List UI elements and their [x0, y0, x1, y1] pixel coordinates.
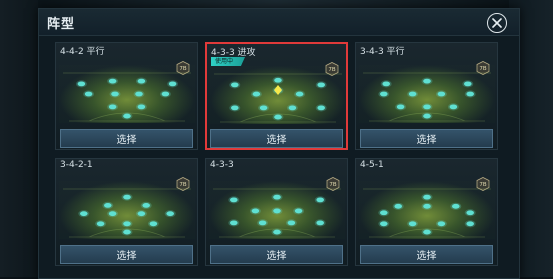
player-dot [408, 221, 417, 227]
player-dot [258, 220, 267, 226]
formation-card[interactable]: 4-3-3 进攻使用中7B选择 [205, 42, 348, 150]
player-dot [464, 81, 472, 87]
player-dot [423, 78, 431, 84]
formation-modal: 阵型 4-4-2 平行7B选择4-3-3 进攻使用中7B选择3-4-3 平行7B… [38, 8, 520, 279]
player-dot [423, 229, 431, 235]
player-dot [108, 78, 117, 84]
player-dot [287, 220, 296, 226]
formation-name: 3-4-2-1 [60, 160, 93, 170]
player-dot [466, 210, 474, 216]
player-dot [452, 203, 460, 209]
player-dot [137, 104, 146, 110]
player-dot [408, 91, 417, 97]
player-dot [437, 91, 446, 97]
player-dot [380, 91, 388, 97]
player-dot [288, 105, 297, 111]
pitch-preview [359, 65, 495, 123]
player-dot [423, 104, 431, 110]
player-dot [394, 203, 402, 209]
player-dot [123, 229, 131, 235]
formation-card[interactable]: 4-3-37B选择 [205, 158, 348, 266]
player-dot [274, 77, 282, 83]
select-button[interactable]: 选择 [360, 245, 493, 264]
player-dot [317, 105, 325, 111]
formation-name: 4-3-3 进攻 [211, 48, 256, 58]
pitch-preview [59, 65, 195, 123]
close-button[interactable] [487, 13, 507, 33]
player-dot [84, 91, 93, 97]
pitch-preview [359, 181, 495, 239]
player-dot [166, 211, 174, 217]
pitch-preview [59, 181, 195, 239]
player-dot [123, 194, 131, 200]
select-button[interactable]: 选择 [60, 245, 193, 264]
player-dot [80, 211, 88, 217]
player-dot [396, 104, 405, 110]
formation-card[interactable]: 3-4-3 平行7B选择 [355, 42, 498, 150]
formation-name: 4-3-3 [210, 160, 234, 170]
player-dot [108, 211, 117, 217]
player-dot [137, 78, 146, 84]
formation-name: 4-5-1 [360, 160, 384, 170]
modal-title: 阵型 [47, 17, 76, 32]
player-dot [466, 91, 474, 97]
formation-card[interactable]: 3-4-2-17B选择 [55, 158, 198, 266]
player-dot [437, 221, 446, 227]
player-dot [273, 194, 281, 200]
pitch-preview [209, 181, 345, 239]
player-dot [123, 221, 131, 227]
player-dot [380, 221, 388, 227]
player-dot [230, 197, 238, 203]
player-dot [96, 221, 105, 227]
player-dot [231, 82, 239, 88]
player-dot [423, 203, 431, 209]
formation-card[interactable]: 4-4-2 平行7B选择 [55, 42, 198, 150]
in-use-tag: 使用中 [211, 57, 246, 66]
player-dot [423, 113, 431, 119]
player-dot [135, 91, 143, 97]
player-dot [251, 208, 260, 214]
player-dot [111, 91, 119, 97]
player-dot [104, 203, 112, 208]
select-button[interactable]: 选择 [60, 129, 193, 148]
pitch-preview [210, 66, 346, 124]
player-dot [295, 91, 304, 97]
player-dot [252, 91, 261, 97]
player-dot [142, 203, 150, 208]
player-dot [316, 220, 324, 226]
background-left-panel [0, 0, 38, 277]
player-dot [294, 208, 303, 214]
player-dot [77, 81, 86, 87]
close-icon [492, 18, 502, 28]
player-dot [466, 221, 474, 227]
captain-marker-icon [274, 85, 282, 95]
player-dot [168, 81, 177, 87]
select-button[interactable]: 选择 [360, 129, 493, 148]
player-dot [230, 220, 238, 226]
player-dot [231, 105, 239, 111]
player-dot [423, 194, 431, 200]
player-dot [382, 81, 390, 87]
modal-header: 阵型 [39, 9, 519, 36]
player-dot [380, 210, 388, 216]
formation-name: 4-4-2 平行 [60, 47, 105, 57]
player-dot [108, 104, 117, 110]
player-dot [161, 91, 170, 97]
formation-name: 3-4-3 平行 [360, 47, 405, 57]
player-dot [123, 113, 131, 119]
player-dot [316, 197, 324, 203]
player-dot [137, 211, 146, 217]
player-dot [149, 221, 158, 227]
player-dot [449, 104, 458, 110]
select-button[interactable]: 选择 [210, 129, 343, 148]
select-button[interactable]: 选择 [210, 245, 343, 264]
player-dot [274, 114, 282, 120]
player-dot [259, 105, 268, 111]
player-dot [273, 208, 281, 214]
player-dot [273, 229, 281, 235]
player-dot [317, 82, 325, 88]
formation-card[interactable]: 4-5-17B选择 [355, 158, 498, 266]
